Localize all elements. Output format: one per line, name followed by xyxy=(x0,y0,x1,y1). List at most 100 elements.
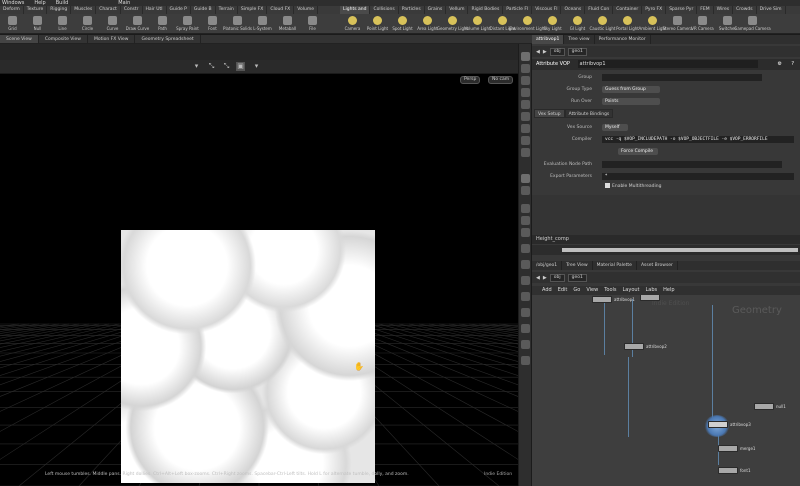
tab-scene-view[interactable]: Scene View xyxy=(0,35,39,43)
shelf-tab[interactable]: Particles xyxy=(399,6,425,14)
shelf-tool-gi-light[interactable]: GI Light xyxy=(565,14,590,33)
lock-camera-icon[interactable] xyxy=(521,52,530,61)
frame-icon[interactable] xyxy=(521,88,530,97)
force-compile-button[interactable]: Force Compile xyxy=(618,148,658,155)
node-font1[interactable] xyxy=(718,467,738,474)
menu-go[interactable]: Go xyxy=(573,286,580,295)
path-geo1[interactable]: geo1 xyxy=(567,47,587,56)
vex-source-dropdown[interactable]: Myself xyxy=(602,124,628,131)
run-over-dropdown[interactable]: Points xyxy=(602,98,660,105)
shelf-tab[interactable]: Container xyxy=(613,6,643,14)
compiler-field[interactable]: vcc -q $VOP_INCLUDEPATH -o $VOP_OBJECTFI… xyxy=(602,136,794,143)
menu-help[interactable]: Help xyxy=(663,286,674,295)
shelf-tab[interactable]: Wires xyxy=(714,6,734,14)
shelf-tool-caustic-light[interactable]: Caustic Light xyxy=(590,14,616,33)
shelf-tool-portal-light[interactable]: Portal Light xyxy=(615,14,640,33)
group-field[interactable] xyxy=(602,74,762,81)
wireframe-icon[interactable] xyxy=(521,112,530,121)
shelf-tab[interactable]: Grains xyxy=(425,6,447,14)
network-slider-track[interactable] xyxy=(562,248,798,252)
tab-asset-browser[interactable]: Asset Browser xyxy=(637,261,678,270)
shelf-tool-spray-paint[interactable]: Spray Paint xyxy=(175,14,200,33)
network-slider-bar[interactable] xyxy=(532,245,800,255)
shelf-tab[interactable]: Guide P xyxy=(167,6,191,14)
tab-obj-geo1[interactable]: /obj/geo1 xyxy=(532,261,563,270)
shelf-tab[interactable]: Muscles xyxy=(71,6,97,14)
shelf-tool-grid[interactable]: Grid xyxy=(0,14,25,33)
tab-tree-view[interactable]: Tree view xyxy=(564,35,595,44)
export-field[interactable]: * xyxy=(602,173,794,180)
menu-edit[interactable]: Edit xyxy=(558,286,568,295)
shelf-tab-lights[interactable]: Lights and xyxy=(340,6,371,14)
background-icon[interactable] xyxy=(521,124,530,133)
tab-composite-view[interactable]: Composite View xyxy=(39,35,88,43)
menu-layout[interactable]: Layout xyxy=(623,286,640,295)
camera-button[interactable]: No cam xyxy=(488,76,514,84)
display-options-icon[interactable]: ▣ xyxy=(236,62,245,71)
shelf-tab[interactable]: Drive Sim xyxy=(757,6,786,14)
home-icon[interactable] xyxy=(521,76,530,85)
shelf-tool-stereo-camera[interactable]: Stereo Camera xyxy=(663,14,693,33)
tab-attribute-bindings[interactable]: Attribute Bindings xyxy=(564,109,614,118)
uv-icon[interactable] xyxy=(521,228,530,237)
shelf-tool-font[interactable]: Font xyxy=(200,14,225,33)
path-obj[interactable]: obj xyxy=(549,273,565,282)
shelf-tab[interactable]: Oceans xyxy=(561,6,586,14)
render-icon[interactable] xyxy=(521,324,530,333)
shelf-tab[interactable]: Viscous Fl xyxy=(532,6,562,14)
shelf-tab[interactable]: Sparse Pyr xyxy=(666,6,698,14)
shelf-tool-point-light[interactable]: Point Light xyxy=(365,14,390,33)
shelf-tool-null[interactable]: Null xyxy=(25,14,50,33)
visibility-icon[interactable] xyxy=(521,186,530,195)
normals-icon[interactable] xyxy=(521,216,530,225)
node-attribwrangle[interactable] xyxy=(640,295,660,301)
shelf-tool-ambient-light[interactable]: Ambient Light xyxy=(638,14,667,33)
grid-snap-icon[interactable] xyxy=(521,260,530,269)
tab-motion-fx-view[interactable]: Motion FX View xyxy=(88,35,136,43)
shelf-tab[interactable]: Charact xyxy=(96,6,121,14)
ghost-icon[interactable]: ▾ xyxy=(192,62,201,71)
back-icon[interactable]: ◀ xyxy=(536,49,540,55)
menu-view[interactable]: View xyxy=(586,286,598,295)
shelf-tool-path[interactable]: Path xyxy=(150,14,175,33)
forward-icon[interactable]: ▶ xyxy=(543,275,547,281)
light-icon[interactable] xyxy=(521,148,530,157)
tab-attribvop1[interactable]: attribvop1 xyxy=(532,35,565,44)
shelf-tab[interactable]: Fluid Con xyxy=(585,6,614,14)
multithread-checkbox[interactable]: Enable Multithreading xyxy=(602,183,722,190)
persp-button[interactable]: Persp xyxy=(460,76,481,84)
flipbook-icon[interactable] xyxy=(521,308,530,317)
shelf-tool-platonic[interactable]: Platonic Solids xyxy=(223,14,252,33)
shelf-tab[interactable]: Hair Utl xyxy=(143,6,167,14)
forward-icon[interactable]: ▶ xyxy=(543,49,547,55)
gear-icon[interactable]: ⚙ xyxy=(778,59,782,70)
shading-icon[interactable] xyxy=(521,100,530,109)
network-editor[interactable]: Geometry Indie Edition attribvop1 attrib… xyxy=(532,295,800,486)
shelf-tool-sky-light[interactable]: Sky Light xyxy=(540,14,565,33)
camera-menu-icon[interactable]: ▾ xyxy=(252,62,261,71)
tab-geometry-spreadsheet[interactable]: Geometry Spreadsheet xyxy=(135,35,201,43)
tab-performance-monitor[interactable]: Performance Monitor xyxy=(595,35,651,44)
shelf-tool-volume-light[interactable]: Volume Light xyxy=(464,14,491,33)
eval-path-field[interactable] xyxy=(602,161,782,168)
snap-icon[interactable] xyxy=(521,244,530,253)
shelf-tool-geometry-light[interactable]: Geometry Light xyxy=(437,14,468,33)
shelf-tab[interactable]: Crowds xyxy=(733,6,757,14)
shelf-tab[interactable]: Vellum xyxy=(446,6,469,14)
pin-icon[interactable]: ⤡ xyxy=(207,62,216,71)
shelf-tab[interactable]: FEM xyxy=(697,6,714,14)
shelf-tool-environment-light[interactable]: Environment Light xyxy=(509,14,546,33)
shelf-tool-lsystem[interactable]: L-System xyxy=(250,14,275,33)
tab-tree-view-net[interactable]: Tree View xyxy=(562,261,593,270)
shelf-tab[interactable]: Deform xyxy=(0,6,24,14)
shelf-tool-spot-light[interactable]: Spot Light xyxy=(390,14,415,33)
node-attribvop1[interactable] xyxy=(592,296,612,303)
shelf-tab[interactable]: Simple FX xyxy=(238,6,268,14)
tumble-icon[interactable]: ⤡ xyxy=(222,62,231,71)
help-icon[interactable]: ? xyxy=(791,59,794,70)
shelf-tool-camera[interactable]: Camera xyxy=(340,14,365,33)
points-icon[interactable] xyxy=(521,204,530,213)
stereo-icon[interactable] xyxy=(521,340,530,349)
shelf-tab[interactable]: Particle Fl xyxy=(503,6,533,14)
shelf-tab[interactable]: Cloud FX xyxy=(267,6,295,14)
